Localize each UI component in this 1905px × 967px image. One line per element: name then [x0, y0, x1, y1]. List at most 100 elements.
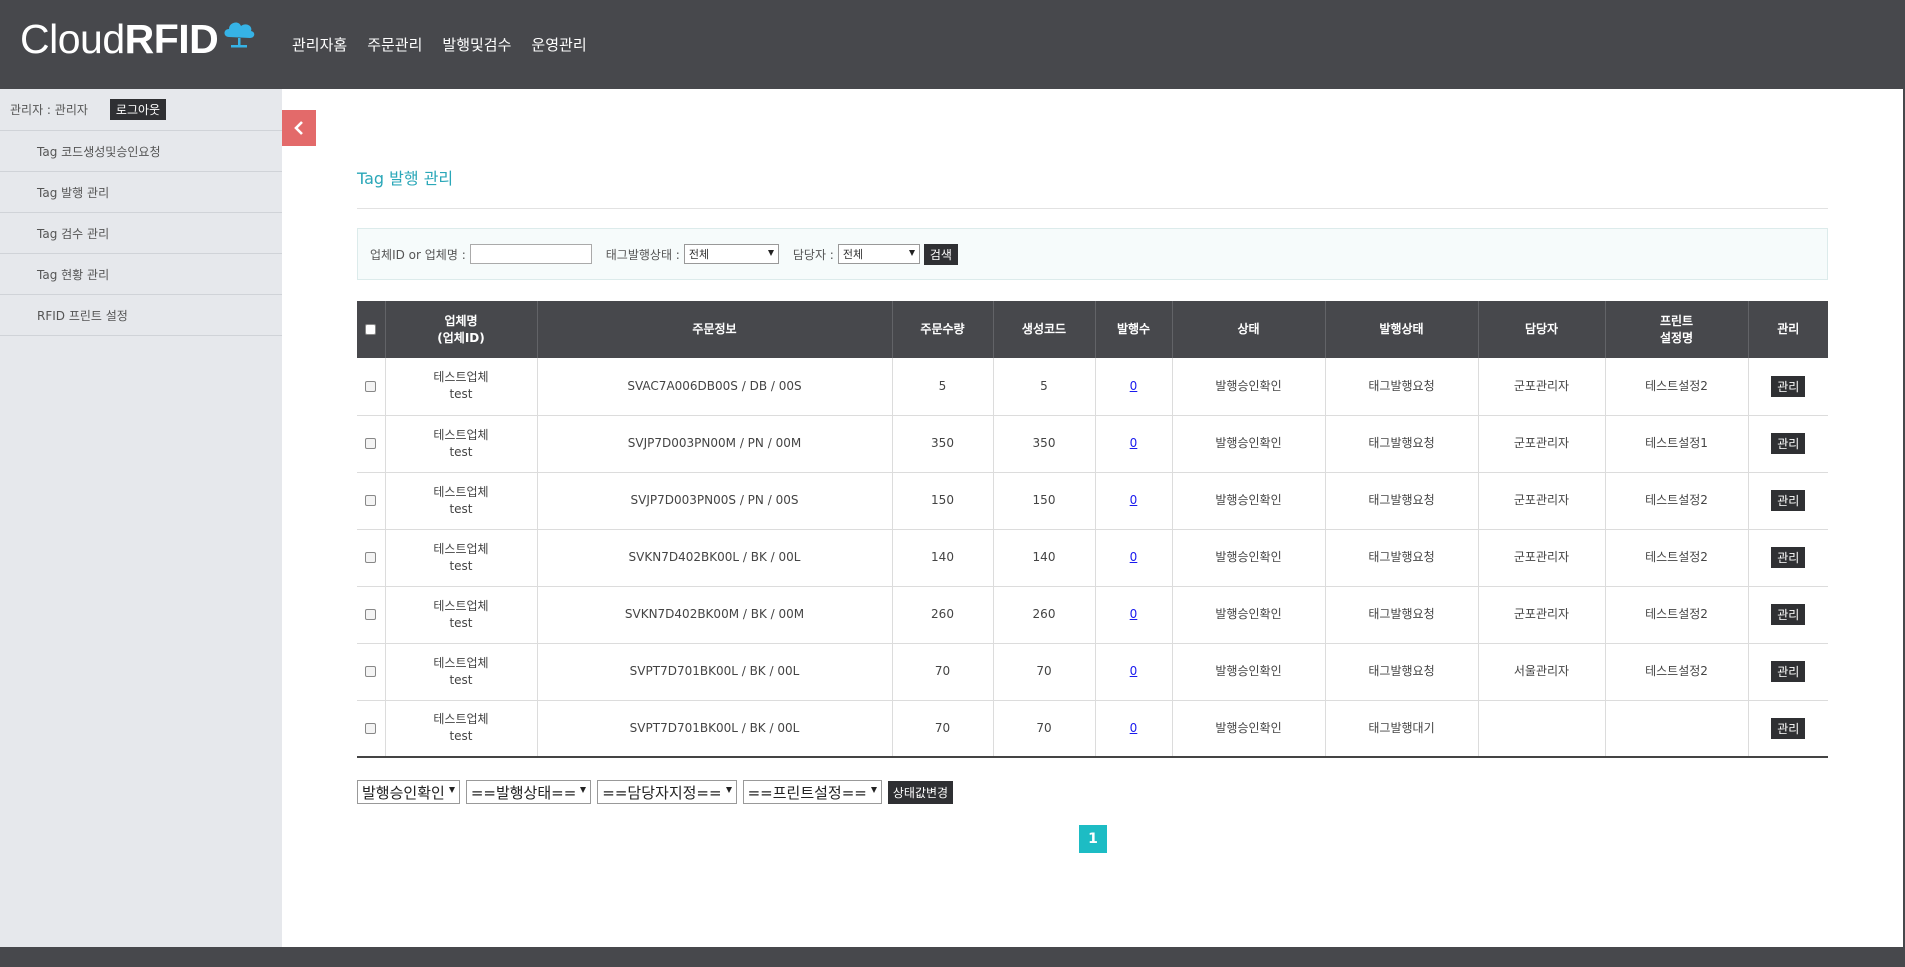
- cell-order-info: SVPT7D701BK00L / BK / 00L: [536, 643, 892, 701]
- cell-issue-status: 태그발행요청: [1324, 415, 1478, 473]
- row-checkbox[interactable]: [365, 722, 377, 734]
- company-name: 테스트업체: [433, 598, 489, 613]
- col-company[interactable]: 업체명 (업체ID): [384, 301, 537, 358]
- issued-count-link[interactable]: 0: [1130, 664, 1138, 678]
- cell-order-info: SVKN7D402BK00L / BK / 00L: [536, 529, 892, 587]
- footer-bar: [0, 947, 1905, 967]
- issue-status-select[interactable]: 전체: [683, 244, 779, 264]
- cell-gen-code: 140: [992, 529, 1095, 587]
- cell-issued: 0: [1094, 586, 1172, 644]
- bulk-issue-select[interactable]: ==발행상태==: [465, 780, 592, 804]
- bulk-status-select-value: 발행승인확인: [362, 783, 445, 802]
- cell-company: 테스트업체 test: [384, 472, 537, 530]
- col-manage: 관리: [1747, 301, 1828, 358]
- manage-button[interactable]: 관리: [1771, 604, 1806, 625]
- manage-button[interactable]: 관리: [1771, 661, 1806, 682]
- company-search-input[interactable]: [469, 244, 592, 264]
- cell-gen-code: 150: [992, 472, 1095, 530]
- manage-button[interactable]: 관리: [1771, 547, 1806, 568]
- row-checkbox[interactable]: [365, 609, 377, 620]
- cell-issued: 0: [1094, 529, 1172, 587]
- manage-button[interactable]: 관리: [1771, 375, 1806, 397]
- cell-gen-code: 350: [992, 415, 1095, 473]
- issued-count-link[interactable]: 0: [1130, 436, 1138, 450]
- cell-status: 발행승인확인: [1171, 700, 1325, 758]
- collapse-sidebar-button[interactable]: [282, 110, 316, 146]
- bulk-manager-select[interactable]: ==담당자지정==: [597, 780, 737, 804]
- row-checkbox[interactable]: [365, 666, 377, 677]
- row-checkbox[interactable]: [365, 438, 377, 449]
- row-checkbox[interactable]: [365, 552, 377, 563]
- sidebar-item-tag-inspection[interactable]: Tag 검수 관리: [0, 213, 282, 254]
- nav-item-4[interactable]: 운영관리: [531, 34, 586, 55]
- cell-order-qty: 70: [891, 700, 993, 758]
- select-all-cell: [357, 301, 385, 358]
- manage-button[interactable]: 관리: [1771, 433, 1806, 454]
- cell-gen-code: 260: [992, 586, 1095, 644]
- col-status[interactable]: 상태: [1171, 301, 1325, 358]
- col-print[interactable]: 프린트 설정명: [1604, 301, 1748, 358]
- row-select-cell: [357, 529, 385, 587]
- manage-button[interactable]: 관리: [1771, 490, 1806, 511]
- cell-issued: 0: [1094, 643, 1172, 701]
- cell-company: 테스트업체 test: [384, 586, 537, 644]
- company-name: 테스트업체: [433, 427, 489, 442]
- company-id: test: [449, 444, 473, 459]
- dropdown-arrow-icon: [767, 250, 774, 256]
- cell-issue-status: 태그발행대기: [1324, 700, 1478, 758]
- cell-print: 테스트설정2: [1604, 586, 1748, 644]
- cell-manage: 관리: [1747, 643, 1828, 701]
- cell-manager: 군포관리자: [1477, 415, 1605, 473]
- row-checkbox[interactable]: [365, 495, 377, 506]
- select-all-checkbox[interactable]: [365, 324, 377, 335]
- search-button[interactable]: 검색: [923, 243, 958, 265]
- col-order-qty[interactable]: 주문수량: [891, 301, 993, 358]
- row-checkbox[interactable]: [365, 380, 377, 392]
- manager-select[interactable]: 전체: [837, 244, 920, 264]
- sidebar-item-print-settings[interactable]: RFID 프린트 설정: [0, 295, 282, 336]
- bulk-issue-select-value: ==발행상태==: [470, 783, 577, 802]
- cell-issue-status: 태그발행요청: [1324, 358, 1478, 416]
- table-header-row: 업체명 (업체ID) 주문정보 주문수량 생성코드 발행수 상태 발행상태 담당자…: [357, 301, 1828, 358]
- logo[interactable]: CloudRFID: [20, 14, 258, 64]
- col-issued[interactable]: 발행수: [1094, 301, 1172, 358]
- sidebar: 관리자 : 관리자 로그아웃 Tag 코드생성및승인요청 Tag 발행 관리 T…: [0, 89, 282, 947]
- cell-manager: 서울관리자: [1477, 643, 1605, 701]
- cell-manage: 관리: [1747, 586, 1828, 644]
- bulk-print-select-value: ==프린트설정==: [747, 783, 867, 802]
- page-title: Tag 발행 관리: [357, 169, 454, 188]
- company-name: 테스트업체: [433, 712, 489, 727]
- cell-status: 발행승인확인: [1171, 586, 1325, 644]
- bulk-print-select[interactable]: ==프린트설정==: [742, 780, 882, 804]
- cell-gen-code: 70: [992, 643, 1095, 701]
- issued-count-link[interactable]: 0: [1130, 550, 1138, 564]
- sidebar-item-tag-status[interactable]: Tag 현황 관리: [0, 254, 282, 295]
- chevron-left-icon: [294, 121, 303, 135]
- logout-button[interactable]: 로그아웃: [109, 99, 167, 120]
- bulk-status-select[interactable]: 발행승인확인: [357, 780, 460, 804]
- app-root: CloudRFID 관리자홈 주문관리 발행및검수 운영관리 관리자 : 관리자 로그…: [0, 0, 1905, 967]
- col-issue-status[interactable]: 발행상태: [1324, 301, 1478, 358]
- col-gen-code[interactable]: 생성코드: [992, 301, 1095, 358]
- issued-count-link[interactable]: 0: [1130, 493, 1138, 507]
- manage-button[interactable]: 관리: [1771, 717, 1806, 739]
- issued-count-link[interactable]: 0: [1130, 379, 1138, 393]
- page-button-current[interactable]: 1: [1079, 825, 1107, 853]
- dropdown-arrow-icon: [725, 787, 732, 793]
- col-order-info[interactable]: 주문정보: [536, 301, 892, 358]
- apply-status-button[interactable]: 상태값변경: [887, 780, 954, 804]
- cell-print: [1604, 700, 1748, 758]
- sidebar-item-code-request[interactable]: Tag 코드생성및승인요청: [0, 131, 282, 172]
- nav-item-3[interactable]: 발행및검수: [442, 34, 511, 55]
- col-manager[interactable]: 담당자: [1477, 301, 1605, 358]
- nav-item-1[interactable]: 관리자홈: [292, 34, 347, 55]
- issued-count-link[interactable]: 0: [1130, 721, 1138, 735]
- top-header: CloudRFID 관리자홈 주문관리 발행및검수 운영관리: [0, 0, 1905, 89]
- cell-issue-status: 태그발행요청: [1324, 643, 1478, 701]
- nav-item-2[interactable]: 주문관리: [367, 34, 422, 55]
- issued-count-link[interactable]: 0: [1130, 607, 1138, 621]
- title-divider: [357, 208, 1828, 209]
- company-id: test: [449, 558, 473, 573]
- company-id: test: [449, 672, 473, 687]
- sidebar-item-tag-issue[interactable]: Tag 발행 관리: [0, 172, 282, 213]
